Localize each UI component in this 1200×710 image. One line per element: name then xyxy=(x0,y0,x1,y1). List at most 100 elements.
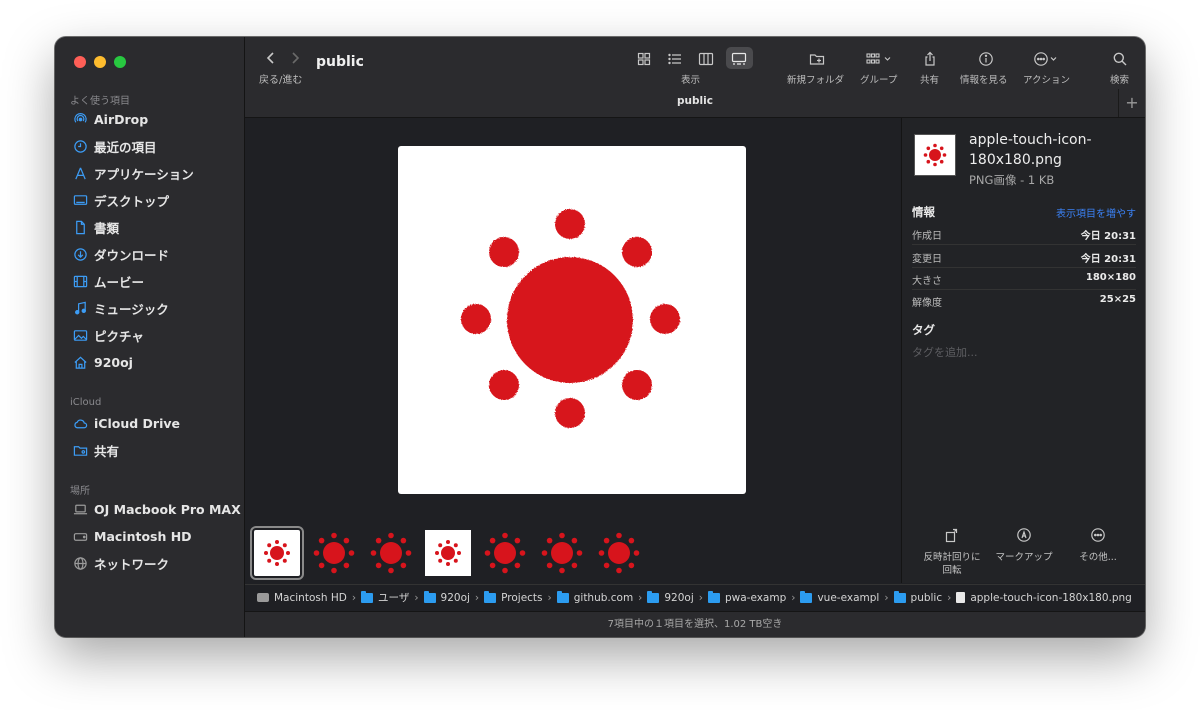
path-item[interactable]: public xyxy=(893,590,942,604)
info-key: 大きさ xyxy=(912,276,942,287)
new-folder-icon[interactable] xyxy=(808,51,826,67)
sidebar-item-this-mac[interactable]: OJ Macbook Pro MAX xyxy=(72,498,241,520)
path-item[interactable]: 920oj xyxy=(647,590,694,604)
info-icon[interactable] xyxy=(977,51,995,67)
column-view-button[interactable] xyxy=(697,51,715,67)
toolbar: 戻る/進む public 表示 新規フォルダ グループ 共有 情報を見る アクシ… xyxy=(245,37,1145,118)
thumbnail[interactable] xyxy=(368,530,414,576)
folder-icon xyxy=(423,590,436,603)
sidebar-item-recents[interactable]: 最近の項目 xyxy=(72,135,157,157)
home-icon xyxy=(72,354,88,370)
gallery-preview xyxy=(245,118,901,523)
path-separator: › xyxy=(638,591,643,604)
icon-view-button[interactable] xyxy=(635,51,653,67)
info-key: 解像度 xyxy=(912,298,942,309)
folder-icon xyxy=(361,590,374,603)
new-tab-button[interactable]: + xyxy=(1118,89,1145,117)
sidebar-item-label: AirDrop xyxy=(94,111,149,127)
path-item[interactable]: Macintosh HD xyxy=(257,592,347,604)
sidebar-item-shared[interactable]: 共有 xyxy=(72,439,119,461)
sidebar-item-label: ダウンロード xyxy=(94,247,170,263)
disk-icon xyxy=(257,593,269,602)
info-row-created: 作成日 今日 20:31 xyxy=(912,222,1136,245)
globe-icon xyxy=(72,555,88,571)
path-separator: › xyxy=(474,591,480,604)
tab-public[interactable]: public xyxy=(245,95,1145,107)
sidebar-item-network[interactable]: ネットワーク xyxy=(72,552,169,574)
sidebar-item-airdrop[interactable]: AirDrop xyxy=(72,108,148,130)
minimize-window-button[interactable] xyxy=(94,56,106,68)
back-forward-label: 戻る/進む xyxy=(259,75,303,86)
thumbnail[interactable] xyxy=(539,530,585,576)
forward-button[interactable] xyxy=(289,49,301,70)
info-key: 変更日 xyxy=(912,254,942,265)
search-icon[interactable] xyxy=(1111,51,1129,67)
action-icon[interactable] xyxy=(1033,51,1063,67)
airdrop-icon xyxy=(72,111,88,127)
sidebar-item-label: ネットワーク xyxy=(94,556,170,572)
path-item[interactable]: ユーザ xyxy=(361,590,409,605)
share-label[interactable]: 共有 xyxy=(920,72,939,86)
thumbnail-selected[interactable] xyxy=(250,526,304,580)
window-controls xyxy=(74,56,126,68)
back-button[interactable] xyxy=(265,49,277,70)
close-window-button[interactable] xyxy=(74,56,86,68)
sidebar-item-movies[interactable]: ムービー xyxy=(72,270,144,292)
cloud-icon xyxy=(72,415,88,431)
sidebar-item-icloud-drive[interactable]: iCloud Drive xyxy=(72,412,180,434)
path-item-label: 920oj xyxy=(664,591,694,604)
image-preview[interactable] xyxy=(398,146,746,494)
sidebar-item-label: 書類 xyxy=(94,220,120,236)
sidebar-item-label: 920oj xyxy=(94,354,133,370)
group-icon[interactable] xyxy=(865,51,895,67)
sidebar-item-macintosh-hd[interactable]: Macintosh HD xyxy=(72,525,192,547)
info-label[interactable]: 情報を見る xyxy=(960,72,1008,86)
thumbnail[interactable] xyxy=(482,530,528,576)
path-item[interactable]: apple-touch-icon-180x180.png xyxy=(956,592,1132,604)
folder-icon xyxy=(556,590,569,603)
show-more-link[interactable]: 表示項目を増やす xyxy=(1056,205,1136,220)
thumbnail[interactable] xyxy=(311,530,357,576)
sidebar-item-label: 最近の項目 xyxy=(94,139,157,155)
path-item[interactable]: pwa-examp xyxy=(707,590,786,604)
group-label[interactable]: グループ xyxy=(860,72,897,86)
sidebar-item-music[interactable]: ミュージック xyxy=(72,297,169,319)
sidebar-section-locations: 場所 xyxy=(70,486,90,497)
status-bar: 7項目中の１項目を選択、1.02 TB空き xyxy=(245,611,1145,637)
list-view-button[interactable] xyxy=(666,51,684,67)
thumbnail[interactable] xyxy=(425,530,471,576)
path-item[interactable]: vue-exampl xyxy=(800,590,879,604)
new-folder-label[interactable]: 新規フォルダ xyxy=(787,72,844,86)
search-label[interactable]: 検索 xyxy=(1110,72,1129,86)
info-row-resolution: 解像度 25×25 xyxy=(912,289,1136,311)
gallery-view-button[interactable] xyxy=(730,51,748,67)
info-key: 作成日 xyxy=(912,231,942,242)
sidebar-item-label: iCloud Drive xyxy=(94,415,180,431)
sidebar-item-applications[interactable]: アプリケーション xyxy=(72,162,194,184)
sidebar-item-home[interactable]: 920oj xyxy=(72,351,133,373)
share-icon[interactable] xyxy=(921,51,939,67)
sidebar-item-label: 共有 xyxy=(94,443,120,459)
path-item-label: Macintosh HD xyxy=(274,591,347,604)
clock-icon xyxy=(72,138,88,154)
sidebar-item-downloads[interactable]: ダウンロード xyxy=(72,243,169,265)
sidebar-item-label: アプリケーション xyxy=(94,166,194,182)
sidebar-item-desktop[interactable]: デスクトップ xyxy=(72,189,169,211)
music-icon xyxy=(72,300,88,316)
info-value: 25×25 xyxy=(1099,294,1136,305)
sidebar-section-icloud: iCloud xyxy=(70,397,102,408)
path-item[interactable]: Projects xyxy=(484,590,543,604)
path-item[interactable]: 920oj xyxy=(423,590,470,604)
more-actions-button[interactable]: その他... xyxy=(1053,527,1143,564)
action-label[interactable]: アクション xyxy=(1023,72,1070,86)
sidebar-item-documents[interactable]: 書類 xyxy=(72,216,119,238)
zoom-window-button[interactable] xyxy=(114,56,126,68)
sidebar-item-pictures[interactable]: ピクチャ xyxy=(72,324,144,346)
path-item[interactable]: github.com xyxy=(556,590,634,604)
info-value: 180×180 xyxy=(1085,272,1136,283)
thumbnail[interactable] xyxy=(596,530,642,576)
markup-icon xyxy=(1016,528,1032,547)
tags-input[interactable]: タグを追加... xyxy=(912,344,978,360)
film-icon xyxy=(72,273,88,289)
path-item-label: github.com xyxy=(573,591,634,604)
